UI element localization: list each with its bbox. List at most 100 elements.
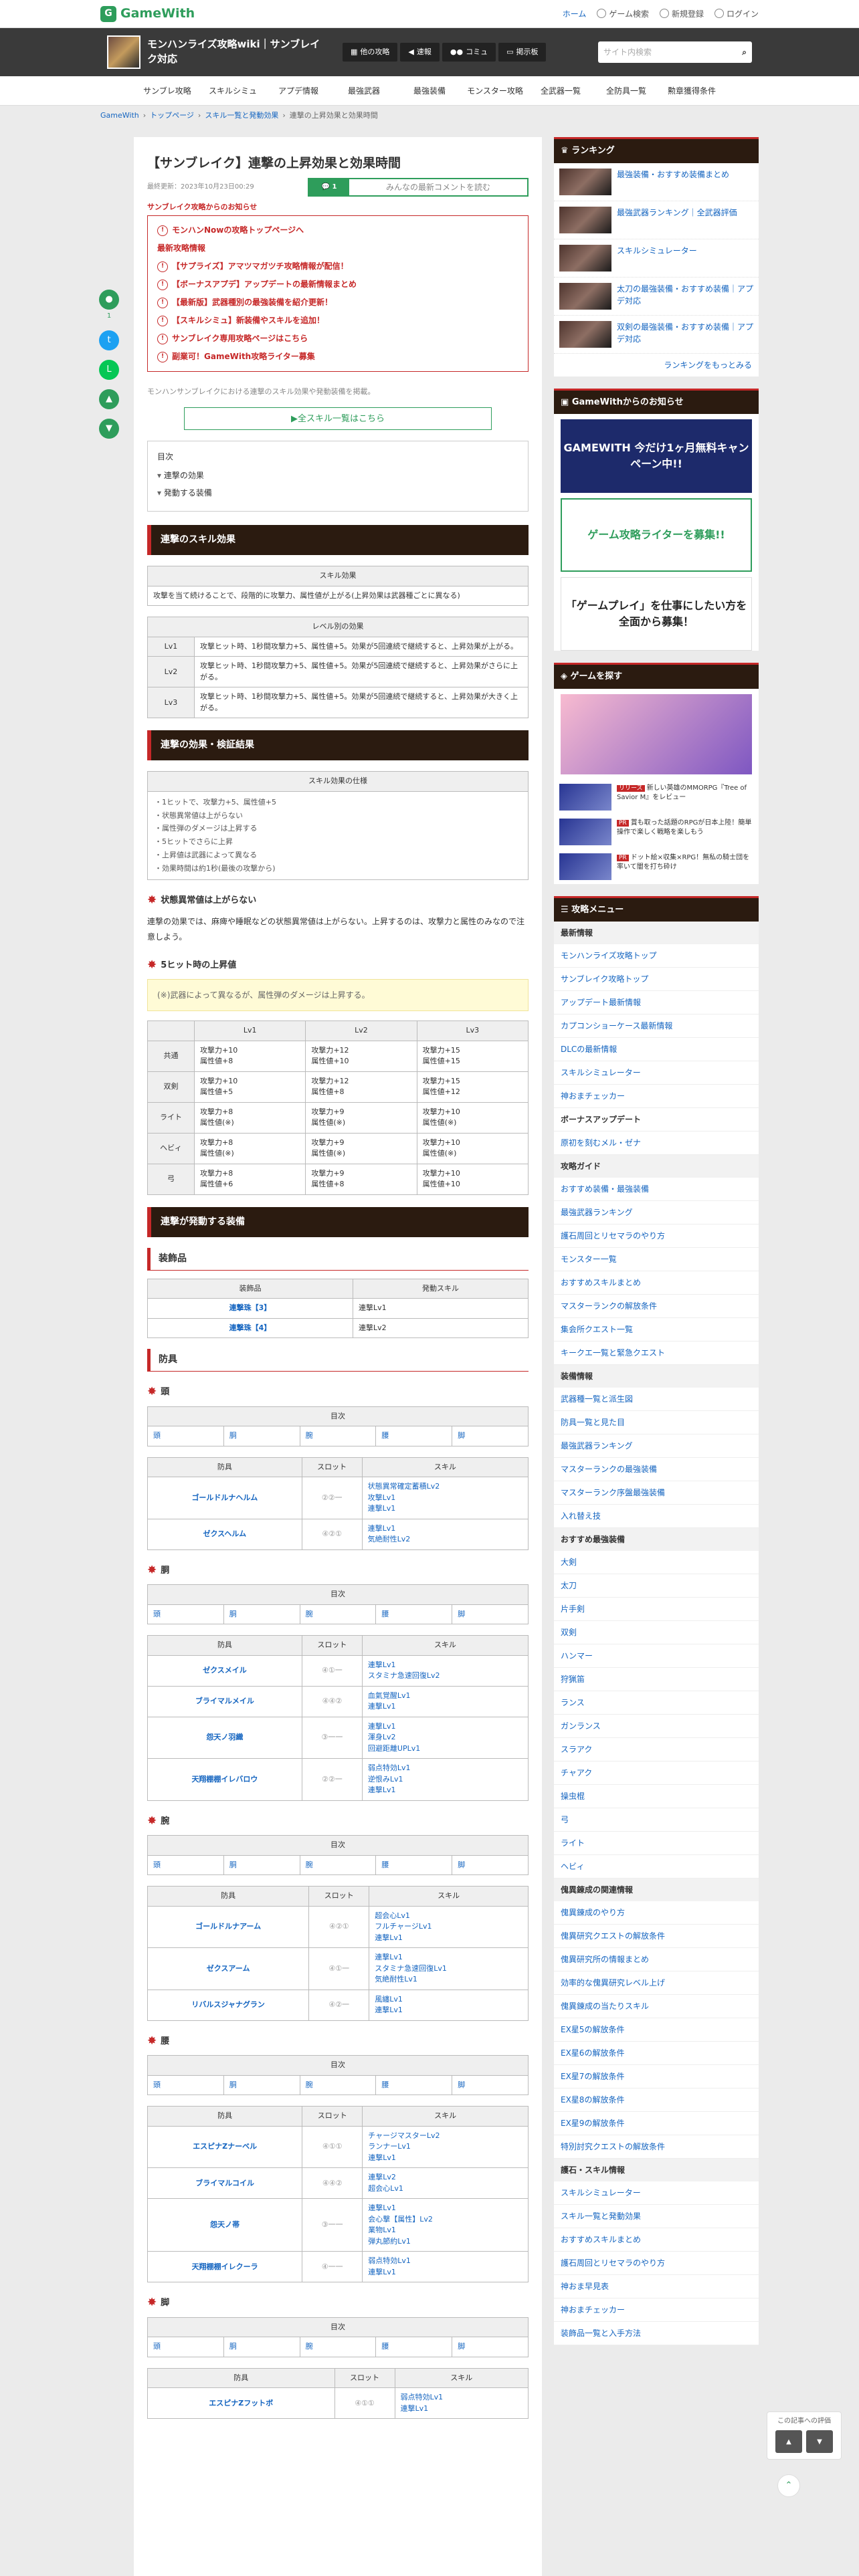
armor-link[interactable]: ブライマルメイル — [195, 1697, 254, 1705]
menu-link[interactable]: マスターランク序盤最強装備 — [554, 1481, 759, 1505]
nav-item[interactable]: モンスター攻略 — [462, 76, 528, 105]
armor-link[interactable]: ゼクスメイル — [203, 1666, 247, 1675]
menu-link[interactable]: チャアク — [554, 1761, 759, 1785]
menu-link[interactable]: 入れ替え技 — [554, 1505, 759, 1528]
job-recruit-banner[interactable]: 「ゲームプレイ」を仕事にしたい方を全面から募集！ — [561, 577, 752, 651]
menu-link[interactable]: EX星7の解放条件 — [554, 2065, 759, 2088]
skill-link[interactable]: 連撃Lv1 — [368, 1785, 522, 1796]
skill-link[interactable]: 連撃Lv1 — [375, 1952, 522, 1963]
parts-nav-link[interactable]: 腕 — [299, 1426, 377, 1446]
skill-link[interactable]: 連撃Lv1 — [368, 2267, 522, 2278]
armor-link[interactable]: ゼクスヘルム — [203, 1529, 246, 1538]
game-ad-item[interactable]: リリース 新しい英雄のMMORPG『Tree of Savior M』をレビュー — [554, 780, 759, 815]
nav-item[interactable]: サンブレ攻略 — [134, 76, 200, 105]
notice-link[interactable]: 【ボーナスアプデ】アップデートの最新情報まとめ — [157, 276, 518, 294]
skill-link[interactable]: 会心撃【属性】Lv2 — [368, 2214, 522, 2226]
thumbs-down-icon[interactable]: ▼ — [99, 419, 119, 439]
menu-link[interactable]: EX星8の解放条件 — [554, 2088, 759, 2112]
skill-link[interactable]: 連撃Lv1 — [368, 1503, 522, 1515]
menu-link[interactable]: 原初を刻むメル・ゼナ — [554, 1132, 759, 1155]
menu-link[interactable]: ライト — [554, 1832, 759, 1855]
menu-link[interactable]: 武器種一覧と派生図 — [554, 1388, 759, 1411]
parts-nav-link[interactable]: 脚 — [452, 1854, 529, 1876]
menu-link[interactable]: ハンマー — [554, 1644, 759, 1668]
menu-link[interactable]: ガンランス — [554, 1715, 759, 1738]
comment-share-icon[interactable]: ● — [99, 290, 119, 310]
parts-nav-link[interactable]: 腰 — [375, 2337, 453, 2357]
skill-link[interactable]: 弾丸節約Lv1 — [368, 2236, 522, 2248]
parts-nav-link[interactable]: 腰 — [375, 2074, 453, 2096]
armor-link[interactable]: ゴールドルナアーム — [195, 1922, 261, 1931]
twitter-icon[interactable]: t — [99, 330, 119, 350]
community-button[interactable]: ●● コミュ — [442, 42, 496, 62]
parts-nav-link[interactable]: 脚 — [452, 1604, 529, 1625]
menu-link[interactable]: おすすめ装備・最強装備 — [554, 1178, 759, 1201]
menu-link[interactable]: EX星9の解放条件 — [554, 2112, 759, 2135]
menu-link[interactable]: スキルシミュレーター — [554, 1061, 759, 1085]
thumbs-down-icon[interactable]: ▼ — [806, 2430, 833, 2453]
armor-link[interactable]: ブライマルコイル — [195, 2179, 254, 2187]
parts-nav-link[interactable]: 腕 — [299, 2337, 377, 2357]
ranking-more-link[interactable]: ランキングをもっとみる — [554, 354, 759, 377]
menu-link[interactable]: ヘビィ — [554, 1855, 759, 1879]
nav-item[interactable]: スキルシミュ — [200, 76, 266, 105]
notice-link[interactable]: 【サプライズ】アマツマガツチ攻略情報が配信！ — [157, 257, 518, 276]
skill-link[interactable]: スタミナ急速回復Lv1 — [375, 1963, 522, 1975]
menu-link[interactable]: スキルシミュレーター — [554, 2181, 759, 2205]
parts-nav-link[interactable]: 脚 — [452, 1426, 529, 1446]
menu-link[interactable]: カプコンショーケース最新情報 — [554, 1014, 759, 1038]
skill-link[interactable]: 超会心Lv1 — [368, 2183, 522, 2195]
menu-link[interactable]: マスターランクの解放条件 — [554, 1295, 759, 1318]
armor-link[interactable]: ゼクスアーム — [207, 1964, 250, 1973]
skill-link[interactable]: 逆恨みLv1 — [368, 1774, 522, 1786]
nav-item[interactable]: 勲章獲得条件 — [659, 76, 725, 105]
ranking-item[interactable]: 双剣の最強装備・おすすめ装備｜アプデ対応 — [554, 316, 759, 354]
forum-button[interactable]: ▭ 掲示板 — [498, 42, 547, 62]
nav-item[interactable]: アプデ情報 — [266, 76, 331, 105]
skill-link[interactable]: 連撃Lv1 — [368, 2203, 522, 2214]
menu-link[interactable]: モンハンライズ攻略トップ — [554, 944, 759, 968]
parts-nav-link[interactable]: 胴 — [223, 1604, 300, 1625]
menu-link[interactable]: スラアク — [554, 1738, 759, 1761]
all-skills-button[interactable]: ▶全スキル一覧はこちら — [184, 407, 492, 430]
parts-nav-link[interactable]: 腰 — [375, 1604, 453, 1625]
notice-link[interactable]: サンブレイク専用攻略ページはこちら — [157, 330, 518, 348]
menu-link[interactable]: 操虫棍 — [554, 1785, 759, 1808]
parts-nav-link[interactable]: 腰 — [375, 1854, 453, 1876]
menu-link[interactable]: 最強武器ランキング — [554, 1434, 759, 1458]
parts-nav-link[interactable]: 頭 — [147, 1854, 224, 1876]
other-guides-button[interactable]: ▦ 他の攻略 — [343, 42, 398, 62]
parts-nav-link[interactable]: 胴 — [223, 2337, 300, 2357]
menu-link[interactable]: マスターランクの最強装備 — [554, 1458, 759, 1481]
skill-link[interactable]: 連撃Lv1 — [368, 1721, 522, 1733]
breadcrumb-link[interactable]: スキル一覧と発動効果 — [205, 110, 278, 122]
parts-nav-link[interactable]: 腕 — [299, 1604, 377, 1625]
game-thumbnail[interactable] — [107, 35, 140, 69]
skill-link[interactable]: 気絶耐性Lv2 — [368, 1534, 522, 1545]
thumbs-up-icon[interactable]: ▲ — [99, 389, 119, 409]
menu-link[interactable]: スキル一覧と発動効果 — [554, 2205, 759, 2228]
menu-link[interactable]: おすすめスキルまとめ — [554, 1271, 759, 1295]
menu-link[interactable]: 太刀 — [554, 1574, 759, 1598]
ranking-item[interactable]: スキルシミュレーター — [554, 239, 759, 278]
skill-link[interactable]: フルチャージLv1 — [375, 1921, 522, 1933]
menu-link[interactable]: おすすめスキルまとめ — [554, 2228, 759, 2252]
site-logo[interactable]: G GameWith — [100, 4, 195, 23]
menu-link[interactable]: 集会所クエスト一覧 — [554, 1318, 759, 1341]
menu-link[interactable]: サンブレイク攻略トップ — [554, 968, 759, 991]
menu-link[interactable]: EX星5の解放条件 — [554, 2018, 759, 2042]
nav-item[interactable]: 最強武器 — [331, 76, 397, 105]
menu-link[interactable]: 傀異錬成の当たりスキル — [554, 1995, 759, 2018]
menu-link[interactable]: 装飾品一覧と入手方法 — [554, 2322, 759, 2345]
menu-link[interactable]: 最強武器ランキング — [554, 1201, 759, 1224]
writer-recruit-banner[interactable]: ゲーム攻略ライターを募集!! — [561, 498, 752, 572]
skill-link[interactable]: チャージマスターLv2 — [368, 2131, 522, 2142]
line-icon[interactable]: L — [99, 360, 119, 380]
parts-nav-link[interactable]: 胴 — [223, 1426, 300, 1446]
menu-link[interactable]: 大剣 — [554, 1551, 759, 1574]
game-search-link[interactable]: ゲーム検索 — [597, 8, 649, 20]
skill-link[interactable]: 風纏Lv1 — [375, 1994, 522, 2006]
decoration-link[interactable]: 連撃珠【4】 — [229, 1323, 272, 1332]
notice-link[interactable]: 副業可！GameWith攻略ライター募集 — [157, 348, 518, 366]
skill-link[interactable]: 血氣覚醒Lv1 — [368, 1691, 522, 1702]
